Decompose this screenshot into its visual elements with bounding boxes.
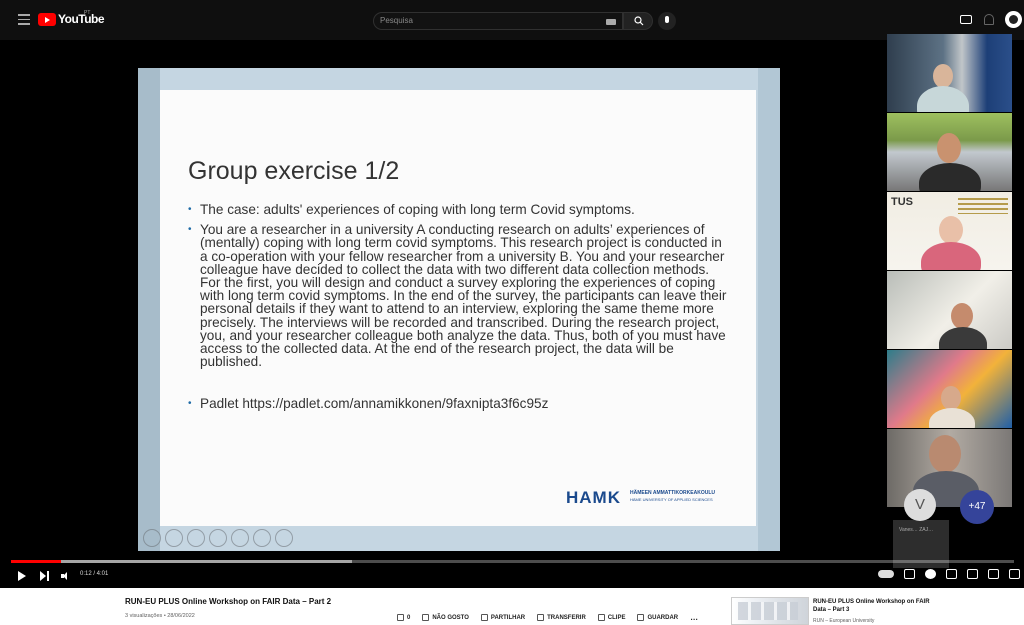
next-video-icon[interactable] (40, 571, 49, 581)
hamk-logo: HAMK (566, 488, 621, 507)
hamk-logo-sub2: HÄME UNIVERSITY OF APPLIED SCIENCES (630, 497, 713, 502)
participant-avatar-caption: Vanes… ZAJ… (899, 527, 934, 533)
top-bar: YouTube PT Pesquisa (0, 0, 1024, 40)
download-button[interactable]: TRANSFERIR (537, 613, 586, 622)
keyboard-icon[interactable] (606, 19, 616, 25)
slide-copy-icon (209, 529, 227, 547)
scissors-icon (597, 614, 605, 621)
player-right-controls (878, 569, 1020, 579)
recommended-video-channel: RUN – European University (813, 618, 875, 624)
video-title: RUN-EU PLUS Online Workshop on FAIR Data… (125, 597, 332, 606)
bullet-scenario: You are a researcher in a university A c… (188, 223, 728, 369)
search-icon (634, 16, 644, 26)
tus-logo: TUS (891, 196, 913, 208)
more-participants-badge: +47 (960, 490, 994, 524)
play-icon[interactable] (18, 571, 26, 581)
slide-zoom-icon (231, 529, 249, 547)
hamk-logo-sub1: HÄMEEN AMMATTIKORKEAKOULU (630, 490, 715, 496)
progress-bar[interactable] (11, 560, 1014, 563)
slide-bullets: The case: adults' experiences of coping … (188, 203, 728, 418)
country-code: PT (84, 10, 91, 16)
video-info-area: RUN-EU PLUS Online Workshop on FAIR Data… (0, 588, 1024, 625)
thumbs-up-icon (397, 614, 404, 621)
account-avatar[interactable] (1005, 11, 1022, 28)
subtitles-icon[interactable] (904, 569, 915, 579)
cast-icon[interactable] (988, 569, 999, 579)
download-icon (537, 614, 545, 621)
participant-tile-1 (887, 34, 1012, 112)
more-actions-button[interactable]: … (690, 613, 698, 622)
slide-title: Group exercise 1/2 (188, 157, 400, 185)
youtube-logo-icon[interactable] (38, 13, 56, 26)
participant-tile-2 (887, 113, 1012, 191)
youtube-logo-text[interactable]: YouTube (58, 12, 105, 26)
voice-search-mic-icon[interactable] (658, 12, 676, 30)
participant-tile-4 (887, 271, 1012, 349)
clip-button[interactable]: CLIPE (597, 613, 625, 622)
dislike-button[interactable]: NÃO GOSTO (422, 613, 469, 622)
search-input[interactable]: Pesquisa (373, 12, 623, 30)
search-button[interactable] (623, 12, 653, 30)
autoplay-toggle[interactable] (878, 570, 894, 578)
video-player[interactable]: Group exercise 1/2 The case: adults' exp… (0, 34, 1024, 588)
search-placeholder: Pesquisa (380, 16, 413, 25)
volume-icon[interactable] (61, 572, 71, 580)
settings-gear-icon[interactable] (925, 569, 936, 579)
bullet-case: The case: adults' experiences of coping … (188, 203, 728, 217)
share-icon (480, 614, 488, 621)
slide-more-icon (275, 529, 293, 547)
slide-prev-icon (143, 529, 161, 547)
bullet-padlet: Padlet https://padlet.com/annamikkonen/9… (188, 397, 728, 411)
notifications-bell-icon[interactable] (984, 14, 994, 25)
miniplayer-icon[interactable] (946, 569, 957, 579)
time-display: 0:12 / 4:01 (80, 571, 109, 577)
video-meta: 3 visualizações • 28/06/2022 (125, 613, 195, 619)
theater-mode-icon[interactable] (967, 569, 978, 579)
like-button[interactable]: 0 (397, 613, 410, 622)
slide-nav-controls (143, 529, 293, 547)
participant-tile-5 (887, 350, 1012, 428)
slide-pen-icon (187, 529, 205, 547)
recommended-video-title[interactable]: RUN-EU PLUS Online Workshop on FAIR Data… (813, 598, 933, 614)
create-video-icon[interactable] (960, 15, 972, 24)
playlist-add-icon (637, 614, 645, 621)
progress-played (11, 560, 62, 563)
save-button[interactable]: GUARDAR (637, 613, 678, 622)
presentation-slide: Group exercise 1/2 The case: adults' exp… (160, 90, 756, 526)
progress-buffered (11, 560, 353, 563)
menu-icon[interactable] (18, 14, 30, 25)
fullscreen-icon[interactable] (1009, 569, 1020, 579)
slide-next-icon (165, 529, 183, 547)
recommended-video-thumbnail[interactable] (731, 597, 809, 625)
thumbs-down-icon (422, 614, 430, 621)
participant-tile-3: TUS (887, 192, 1012, 270)
video-actions: 0 NÃO GOSTO PARTILHAR TRANSFERIR CLIPE G… (397, 613, 698, 622)
slide-view-icon (253, 529, 271, 547)
share-button[interactable]: PARTILHAR (480, 613, 525, 622)
participant-avatar: V (904, 489, 936, 521)
